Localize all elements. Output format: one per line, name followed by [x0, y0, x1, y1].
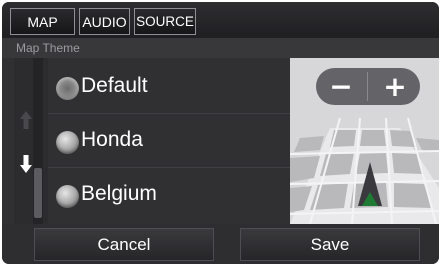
- tab-audio[interactable]: AUDIO: [79, 8, 130, 35]
- theme-option-label: Honda: [81, 128, 143, 151]
- radio-icon[interactable]: [56, 131, 79, 154]
- radio-icon[interactable]: [56, 185, 79, 208]
- radio-selected-icon[interactable]: [56, 77, 79, 100]
- zoom-in-button[interactable]: +: [370, 68, 420, 105]
- theme-option-belgium[interactable]: Belgium: [48, 168, 290, 222]
- tab-bar: MAP AUDIO SOURCE: [2, 2, 439, 38]
- zoom-divider: [367, 72, 368, 101]
- tab-source[interactable]: SOURCE: [134, 8, 196, 35]
- arrow-up-icon[interactable]: [19, 110, 33, 130]
- zoom-out-button[interactable]: −: [316, 68, 366, 105]
- theme-option-default[interactable]: Default: [48, 60, 290, 114]
- action-bar: Cancel Save: [2, 224, 439, 264]
- theme-option-honda[interactable]: Honda: [48, 114, 290, 168]
- section-title: Map Theme: [2, 38, 439, 58]
- arrow-down-icon[interactable]: [19, 154, 33, 174]
- tab-map[interactable]: MAP: [10, 8, 75, 35]
- save-button[interactable]: Save: [240, 228, 420, 261]
- map-preview: − +: [290, 58, 439, 224]
- theme-list: Default Honda Belgium: [48, 58, 290, 224]
- zoom-control: − +: [316, 68, 420, 105]
- cancel-button[interactable]: Cancel: [34, 228, 214, 261]
- theme-option-label: Default: [81, 74, 148, 97]
- nav-screen: MAP AUDIO SOURCE Map Theme Default Honda: [2, 2, 439, 264]
- scrollbar-thumb[interactable]: [34, 168, 42, 218]
- content-area: Default Honda Belgium − +: [2, 58, 439, 224]
- theme-option-label: Belgium: [81, 182, 157, 205]
